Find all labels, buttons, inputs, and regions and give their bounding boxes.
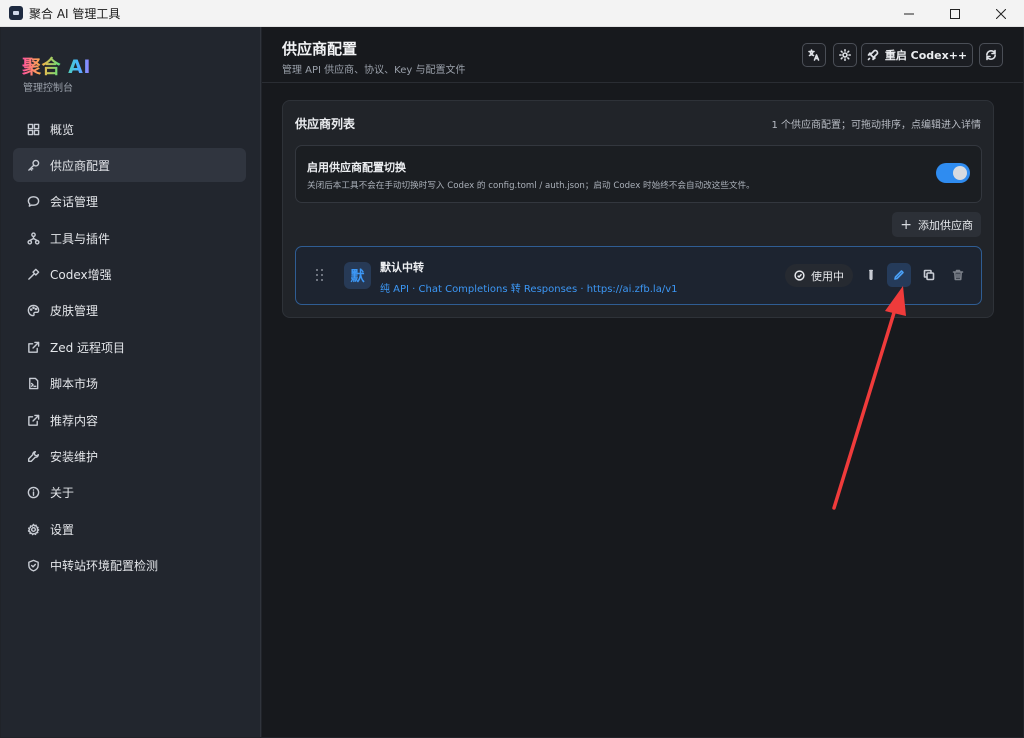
sidebar: 聚合 AI 管理控制台 概览 供应商配置 会话管理 工具与插件 Codex增强 … [1,27,261,737]
sidebar-item-label: 概览 [50,122,75,137]
sidebar-item-tools[interactable]: 工具与插件 [13,221,246,255]
maximize-button[interactable] [932,0,978,27]
app-icon [9,6,23,20]
wrench-icon [26,450,40,464]
sidebar-item-label: 工具与插件 [50,231,111,246]
close-icon [996,8,1006,19]
sidebar-nav: 概览 供应商配置 会话管理 工具与插件 Codex增强 皮肤管理 Zed 远程项… [13,112,246,585]
sidebar-item-label: 安装维护 [50,450,99,465]
sidebar-item-label: 关于 [50,486,75,501]
rocket-icon [867,49,879,61]
copy-button[interactable] [917,263,941,287]
status-badge: 使用中 [785,264,853,287]
toggle-title: 启用供应商配置切换 [307,161,406,174]
sun-icon [839,49,851,61]
trash-icon [952,269,964,281]
toggle-knob [953,166,967,180]
theme-toggle-button[interactable] [833,43,857,67]
copy-icon [923,269,935,281]
provider-switch-setting: 启用供应商配置切换 关闭后本工具不会在手动切换时写入 Codex 的 confi… [295,145,982,203]
provider-description: 纯 API · Chat Completions 转 Responses · h… [380,284,678,295]
sidebar-item-zed-remote[interactable]: Zed 远程项目 [13,330,246,364]
provider-name: 默认中转 [380,261,424,274]
palette-icon [26,304,40,318]
minimize-icon [904,13,914,14]
gear-icon [26,522,40,536]
restart-codex-button[interactable]: 重启 Codex++ [861,43,973,67]
grid-icon [26,122,40,136]
maximize-icon [950,8,960,19]
edit-button[interactable] [887,263,911,287]
sidebar-item-skins[interactable]: 皮肤管理 [13,294,246,328]
card-note: 1 个供应商配置；可拖动排序，点编辑进入详情 [771,120,981,131]
network-icon [26,231,40,245]
sidebar-item-label: 供应商配置 [50,158,111,173]
test-button[interactable] [859,263,883,287]
drag-handle-icon[interactable] [316,269,324,281]
add-provider-button[interactable]: + 添加供应商 [892,212,981,237]
brand-logo: 聚合 AI [22,52,91,79]
script-file-icon [26,377,40,391]
main-content: 供应商配置 管理 API 供应商、协议、Key 与配置文件 重启 Codex++… [262,27,1023,737]
sidebar-item-label: 设置 [50,522,75,537]
brand-subtitle: 管理控制台 [23,83,73,94]
translate-button[interactable] [802,43,826,67]
sidebar-item-maintenance[interactable]: 安装维护 [13,440,246,474]
check-circle-icon [794,270,805,281]
sidebar-item-label: 脚本市场 [50,377,99,392]
pencil-icon [894,270,904,280]
card-title: 供应商列表 [295,117,356,131]
chat-icon [26,195,40,209]
provider-avatar: 默 [344,262,371,289]
external-link-icon [26,340,40,354]
translate-icon [808,49,820,61]
refresh-button[interactable] [979,43,1003,67]
sidebar-item-overview[interactable]: 概览 [13,112,246,146]
sidebar-item-label: Codex增强 [50,268,112,283]
sidebar-item-providers[interactable]: 供应商配置 [13,148,246,183]
sidebar-item-recommended[interactable]: 推荐内容 [13,403,246,437]
close-button[interactable] [978,0,1024,27]
delete-button[interactable] [946,263,970,287]
restart-codex-label: 重启 Codex++ [884,49,968,62]
sidebar-item-label: 皮肤管理 [50,304,99,319]
window-title: 聚合 AI 管理工具 [29,6,121,21]
sidebar-item-sessions[interactable]: 会话管理 [13,185,246,219]
test-tube-icon [869,269,873,281]
sidebar-item-relay-check[interactable]: 中转站环境配置检测 [13,549,246,583]
title-bar: 聚合 AI 管理工具 [0,0,1024,27]
provider-row[interactable]: 默 默认中转 纯 API · Chat Completions 转 Respon… [295,246,982,305]
provider-list-card: 供应商列表 1 个供应商配置；可拖动排序，点编辑进入详情 启用供应商配置切换 关… [282,100,994,318]
add-provider-label: 添加供应商 [918,218,973,232]
key-icon [26,158,40,172]
status-label: 使用中 [811,269,844,283]
info-icon [26,486,40,500]
page-title: 供应商配置 [282,40,358,58]
hammer-icon [26,268,40,282]
sidebar-item-label: Zed 远程项目 [50,340,126,355]
plus-icon: + [900,216,912,233]
minimize-button[interactable] [886,0,932,27]
sidebar-item-codex-enhance[interactable]: Codex增强 [13,258,246,292]
sidebar-item-script-market[interactable]: 脚本市场 [13,367,246,401]
external-link-icon [26,413,40,427]
page-header: 供应商配置 管理 API 供应商、协议、Key 与配置文件 重启 Codex++ [262,27,1023,83]
page-subtitle: 管理 API 供应商、协议、Key 与配置文件 [282,65,466,76]
sidebar-item-label: 会话管理 [50,195,99,210]
toggle-description: 关闭后本工具不会在手动切换时写入 Codex 的 config.toml / a… [307,181,755,191]
sidebar-item-settings[interactable]: 设置 [13,512,246,546]
sidebar-item-about[interactable]: 关于 [13,476,246,510]
shield-icon [26,559,40,573]
sidebar-item-label: 推荐内容 [50,413,99,428]
refresh-icon [986,49,996,61]
sidebar-item-label: 中转站环境配置检测 [50,559,159,574]
provider-switch-toggle[interactable] [936,163,970,183]
